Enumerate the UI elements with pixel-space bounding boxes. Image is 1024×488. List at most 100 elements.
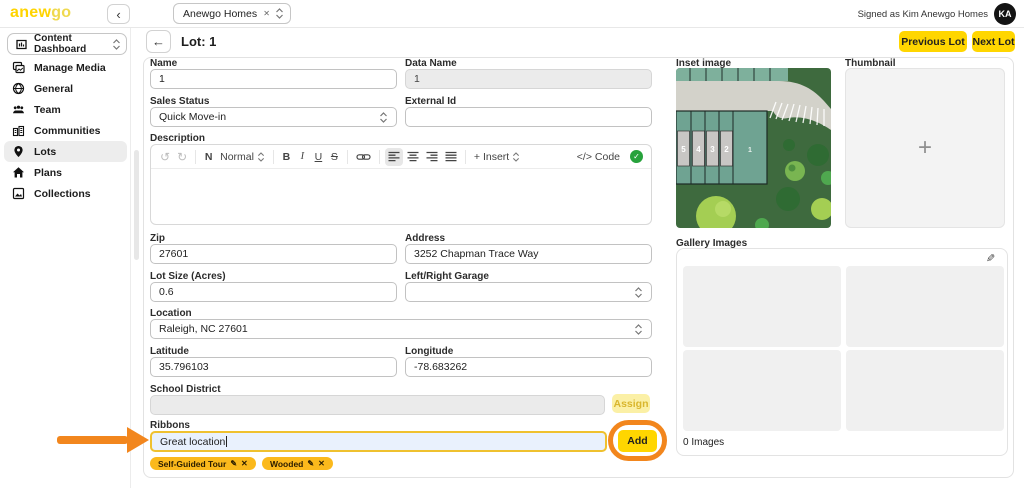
map-pin-icon [11,145,25,158]
gallery-edit-pencil-icon[interactable]: ✎ [986,252,995,265]
lot-size-label: Lot Size (Acres) [150,271,226,282]
builder-select[interactable]: Anewgo Homes ✕ [173,3,291,24]
bold-button[interactable]: B [279,148,294,166]
zip-label: Zip [150,233,165,244]
school-district-label: School District [150,384,221,395]
sidebar-scrollbar[interactable] [134,150,139,260]
sidebar-item-label: Manage Media [34,62,106,74]
data-name-label: Data Name [405,58,457,69]
zip-value: 27601 [159,248,188,260]
longitude-input[interactable]: -78.683262 [405,357,652,377]
sidebar-item-lots[interactable]: Lots [4,141,127,162]
lot-number: 3 [710,145,715,154]
sidebar-item-label: Communities [34,125,101,137]
house-icon [11,166,25,179]
sidebar-item-manage-media[interactable]: Manage Media [4,57,127,78]
address-label: Address [405,233,445,244]
sidebar: Content Dashboard Manage Media General T… [0,28,131,488]
sidebar-item-collections[interactable]: Collections [4,183,127,204]
latitude-input[interactable]: 35.796103 [150,357,397,377]
logo-text-anew: anew [10,4,51,21]
sidebar-item-label: Plans [34,167,62,179]
avatar[interactable]: KA [994,3,1016,25]
lot-number: 5 [681,145,686,154]
lot-number: 1 [748,147,752,154]
topbar: anewgo ‹ Anewgo Homes ✕ Signed as Kim An… [0,0,1024,28]
previous-lot-button[interactable]: Previous Lot [899,31,967,52]
lot-size-input[interactable]: 0.6 [150,282,397,302]
sidebar-collapse-button[interactable]: ‹ [107,4,130,24]
edit-pencil-icon[interactable]: ✎ [307,459,314,468]
external-id-input[interactable] [405,107,652,127]
align-left-button[interactable] [385,148,403,166]
sidebar-item-team[interactable]: Team [4,99,127,120]
thumbnail-upload[interactable]: + [845,68,1005,228]
remove-x-icon[interactable]: ✕ [318,459,325,468]
toolbar-divider [195,150,196,164]
external-id-label: External Id [405,96,456,107]
anewgo-logo: anewgo [10,4,71,22]
redo-icon[interactable]: ↻ [174,148,190,166]
chevron-left-icon: ‹ [116,7,120,22]
format-select[interactable]: Normal [217,148,268,166]
plus-icon: + [918,134,932,162]
gallery-placeholder [683,350,841,431]
toolbar-divider [465,150,466,164]
ribbons-input[interactable]: Great location [150,431,607,452]
link-icon[interactable] [353,148,374,166]
chevron-updown-icon [275,7,284,20]
page-title: Lot: 1 [181,34,216,49]
clear-icon[interactable]: ✕ [263,9,270,18]
insert-button[interactable]: + Insert [471,148,523,166]
name-input[interactable]: 1 [150,69,397,89]
ribbon-tag-wooded: Wooded ✎ ✕ [262,457,333,470]
name-label: Name [150,58,177,69]
description-editor-body[interactable] [151,169,651,224]
back-button[interactable]: ← [146,30,171,53]
add-ribbon-button[interactable]: Add [618,430,657,452]
next-lot-button[interactable]: Next Lot [972,31,1015,52]
sales-status-select[interactable]: Quick Move-in [150,107,397,127]
chevron-updown-icon [257,151,265,163]
remove-x-icon[interactable]: ✕ [241,459,248,468]
format-n-button[interactable]: N [201,148,216,166]
align-center-button[interactable] [404,148,422,166]
sidebar-item-general[interactable]: General [4,78,127,99]
gallery-placeholder [846,350,1004,431]
sidebar-item-plans[interactable]: Plans [4,162,127,183]
sales-status-label: Sales Status [150,96,209,107]
ribbons-label: Ribbons [150,420,190,431]
align-right-button[interactable] [423,148,441,166]
site-plan-map: 5 4 3 2 1 [676,68,831,228]
italic-button[interactable]: I [295,148,310,166]
collections-icon [11,187,25,200]
sidebar-item-label: General [34,83,73,95]
address-value: 3252 Chapman Trace Way [414,248,539,260]
underline-button[interactable]: U [311,148,326,166]
address-input[interactable]: 3252 Chapman Trace Way [405,244,652,264]
location-select[interactable]: Raleigh, NC 27601 [150,319,652,339]
lot-number: 2 [724,145,729,154]
edit-pencil-icon[interactable]: ✎ [230,459,237,468]
code-button[interactable]: </> Code [574,148,623,166]
align-justify-button[interactable] [442,148,460,166]
strikethrough-button[interactable]: S [327,148,342,166]
sidebar-item-communities[interactable]: Communities [4,120,127,141]
arrow-left-icon: ← [152,34,165,49]
dashboard-select-label: Content Dashboard [34,33,106,55]
chevron-updown-icon [634,323,643,336]
code-icon: </> [577,151,592,163]
dashboard-select[interactable]: Content Dashboard [7,33,127,55]
latitude-value: 35.796103 [159,361,209,373]
garage-select[interactable] [405,282,652,302]
sidebar-item-label: Team [34,104,61,116]
zip-input[interactable]: 27601 [150,244,397,264]
description-editor: ↺ ↻ N Normal B I U S + Insert </> Code ✓ [150,144,652,225]
annotation-arrow-tail [57,436,128,444]
assign-button[interactable]: Assign [612,394,650,413]
latitude-label: Latitude [150,346,189,357]
check-glyph: ✓ [633,152,640,161]
ribbons-value: Great location [160,436,225,448]
inset-image[interactable]: 5 4 3 2 1 [676,68,831,228]
undo-icon[interactable]: ↺ [157,148,173,166]
